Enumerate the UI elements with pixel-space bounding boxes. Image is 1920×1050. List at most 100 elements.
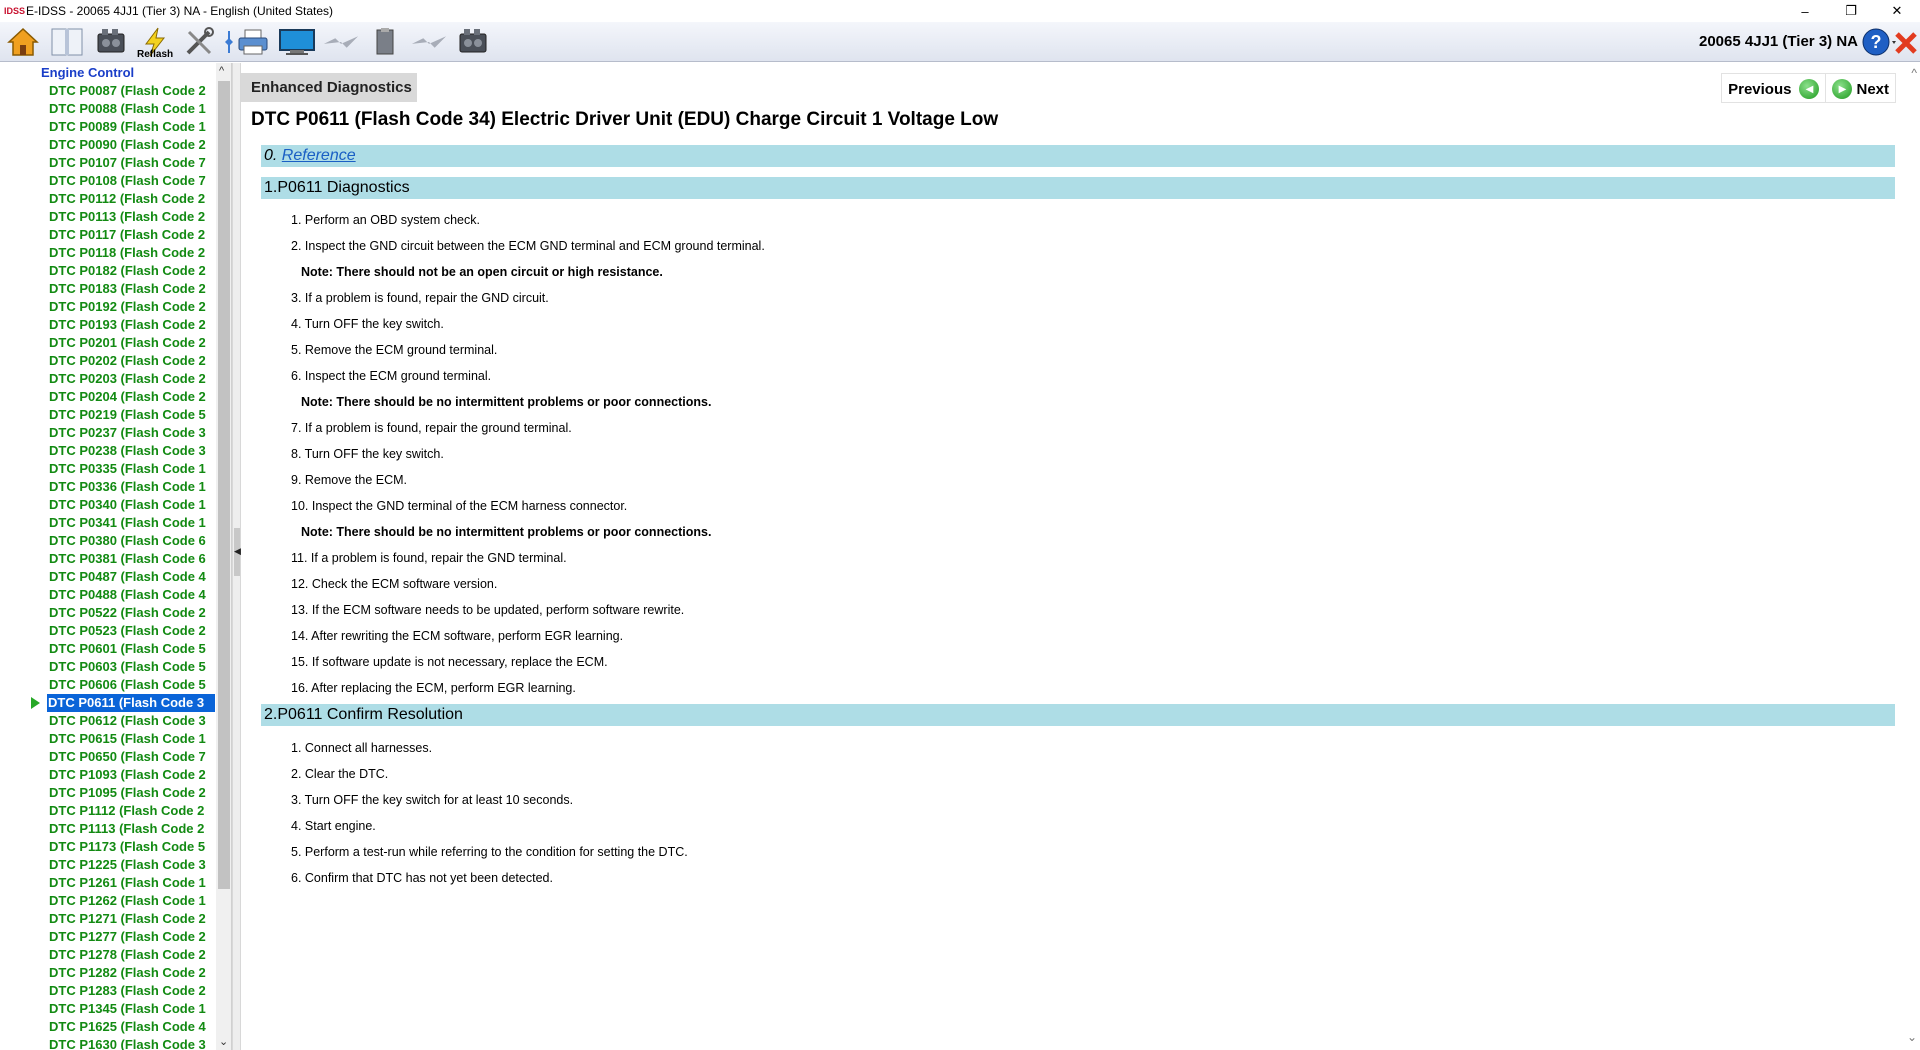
sidebar-dtc-item[interactable]: DTC P0192 (Flash Code 2	[0, 298, 216, 316]
sidebar-dtc-item[interactable]: DTC P1278 (Flash Code 2	[0, 946, 216, 964]
engine-data-button[interactable]	[454, 24, 492, 60]
sidebar-dtc-item[interactable]: DTC P0601 (Flash Code 5	[0, 640, 216, 658]
step-item: 5. Remove the ECM ground terminal.	[291, 343, 498, 357]
sidebar-dtc-item[interactable]: DTC P0237 (Flash Code 3	[0, 424, 216, 442]
sidebar-dtc-item[interactable]: DTC P0087 (Flash Code 2	[0, 82, 216, 100]
sidebar-dtc-label: DTC P1093 (Flash Code 2	[49, 767, 206, 782]
sidebar-dtc-item[interactable]: DTC P0088 (Flash Code 1	[0, 100, 216, 118]
content-scroll-up-icon[interactable]: ^	[1911, 66, 1917, 80]
sidebar-dtc-item[interactable]: DTC P0381 (Flash Code 6	[0, 550, 216, 568]
sidebar-dtc-item[interactable]: DTC P0615 (Flash Code 1	[0, 730, 216, 748]
next-arrow-icon: ▶	[1832, 79, 1853, 99]
sidebar-dtc-item[interactable]: DTC P0523 (Flash Code 2	[0, 622, 216, 640]
step-item: 1. Perform an OBD system check.	[291, 213, 480, 227]
section-diagnostics: 1.P0611 Diagnostics	[261, 177, 1895, 199]
home-button[interactable]	[4, 24, 42, 60]
sidebar-dtc-item[interactable]: DTC P0606 (Flash Code 5	[0, 676, 216, 694]
engine-diagnostics-button[interactable]	[92, 24, 130, 60]
sidebar-dtc-item[interactable]: DTC P0603 (Flash Code 5	[0, 658, 216, 676]
sidebar-dtc-item[interactable]: DTC P1112 (Flash Code 2	[0, 802, 216, 820]
sidebar-dtc-item[interactable]: DTC P0107 (Flash Code 7	[0, 154, 216, 172]
sidebar-dtc-item[interactable]: DTC P1345 (Flash Code 1	[0, 1000, 216, 1018]
sidebar-dtc-label: DTC P1225 (Flash Code 3	[49, 857, 206, 872]
sidebar-dtc-item[interactable]: DTC P0340 (Flash Code 1	[0, 496, 216, 514]
sidebar-dtc-item[interactable]: DTC P1282 (Flash Code 2	[0, 964, 216, 982]
sidebar-dtc-item[interactable]: DTC P1093 (Flash Code 2	[0, 766, 216, 784]
collapse-arrow-icon[interactable]: ◀	[234, 546, 241, 557]
restore-button[interactable]: ❐	[1828, 0, 1874, 22]
sidebar-dtc-item[interactable]: DTC P1261 (Flash Code 1	[0, 874, 216, 892]
help-button[interactable]: ?	[1862, 26, 1896, 58]
sidebar-dtc-item[interactable]: DTC P0108 (Flash Code 7	[0, 172, 216, 190]
content-scrollbar[interactable]	[1904, 63, 1920, 1050]
sidebar-dtc-item[interactable]: DTC P0204 (Flash Code 2	[0, 388, 216, 406]
step-item: 11. If a problem is found, repair the GN…	[291, 551, 567, 565]
close-window-button[interactable]: ✕	[1874, 0, 1920, 22]
sidebar-dtc-item[interactable]: DTC P0117 (Flash Code 2	[0, 226, 216, 244]
sidebar-dtc-item[interactable]: DTC P1630 (Flash Code 3	[0, 1036, 216, 1050]
sidebar-dtc-item[interactable]: DTC P1262 (Flash Code 1	[0, 892, 216, 910]
disabled-tool-button-3[interactable]	[410, 24, 448, 60]
sidebar-dtc-item[interactable]: DTC P1277 (Flash Code 2	[0, 928, 216, 946]
sidebar-dtc-item[interactable]: DTC P1113 (Flash Code 2	[0, 820, 216, 838]
sidebar-dtc-item[interactable]: DTC P0112 (Flash Code 2	[0, 190, 216, 208]
sidebar-dtc-item[interactable]: DTC P0611 (Flash Code 3	[0, 694, 216, 712]
scroll-up-icon[interactable]: ^	[219, 65, 224, 77]
sidebar-dtc-item[interactable]: DTC P1095 (Flash Code 2	[0, 784, 216, 802]
lightning-disabled-icon	[411, 35, 447, 48]
reflash-button[interactable]: Reflash	[136, 24, 174, 60]
previous-button[interactable]: Previous ◀	[1722, 74, 1825, 104]
sidebar-dtc-item[interactable]: DTC P0193 (Flash Code 2	[0, 316, 216, 334]
sidebar-scroll-thumb[interactable]	[218, 81, 230, 889]
reference-link[interactable]: Reference	[282, 147, 356, 164]
service-manual-button[interactable]	[48, 24, 86, 60]
sidebar-dtc-item[interactable]: DTC P0612 (Flash Code 3	[0, 712, 216, 730]
step-item: 3. Turn OFF the key switch for at least …	[291, 793, 574, 807]
scroll-down-icon[interactable]: ⌄	[219, 1035, 228, 1048]
sidebar-dtc-item[interactable]: DTC P0380 (Flash Code 6	[0, 532, 216, 550]
step-item: 10. Inspect the GND terminal of the ECM …	[291, 499, 628, 513]
sidebar-dtc-item[interactable]: DTC P0219 (Flash Code 5	[0, 406, 216, 424]
tools-button[interactable]	[180, 24, 218, 60]
sidebar-dtc-item[interactable]: DTC P0487 (Flash Code 4	[0, 568, 216, 586]
sidebar-dtc-item[interactable]: DTC P0201 (Flash Code 2	[0, 334, 216, 352]
sidebar-dtc-item[interactable]: DTC P0650 (Flash Code 7	[0, 748, 216, 766]
content-scroll-down-icon[interactable]: ⌄	[1907, 1030, 1917, 1044]
sidebar-dtc-item[interactable]: DTC P0118 (Flash Code 2	[0, 244, 216, 262]
sidebar-dtc-item[interactable]: DTC P1625 (Flash Code 4	[0, 1018, 216, 1036]
sidebar-dtc-item[interactable]: DTC P0090 (Flash Code 2	[0, 136, 216, 154]
sidebar-dtc-label: DTC P1345 (Flash Code 1	[49, 1001, 206, 1016]
next-button[interactable]: ▶ Next	[1826, 74, 1895, 104]
printer-icon	[238, 29, 268, 54]
sidebar-dtc-item[interactable]: DTC P1173 (Flash Code 5	[0, 838, 216, 856]
pane-splitter[interactable]: ◀	[232, 63, 241, 1050]
sidebar-dtc-item[interactable]: DTC P0182 (Flash Code 2	[0, 262, 216, 280]
tab-enhanced-diagnostics[interactable]: Enhanced Diagnostics	[241, 73, 417, 102]
step-item: 16. After replacing the ECM, perform EGR…	[291, 681, 576, 695]
sidebar-dtc-item[interactable]: DTC P0203 (Flash Code 2	[0, 370, 216, 388]
minimize-button[interactable]: –	[1782, 0, 1828, 22]
disabled-tool-button-1[interactable]	[322, 24, 360, 60]
print-button[interactable]	[234, 24, 272, 60]
exit-application-button[interactable]	[1894, 28, 1918, 56]
sidebar-dtc-item[interactable]: DTC P0183 (Flash Code 2	[0, 280, 216, 298]
step-item: 14. After rewriting the ECM software, pe…	[291, 629, 624, 643]
sidebar-dtc-item[interactable]: DTC P0335 (Flash Code 1	[0, 460, 216, 478]
page-title: DTC P0611 (Flash Code 34) Electric Drive…	[251, 109, 999, 130]
monitor-button[interactable]	[278, 24, 316, 60]
sidebar-dtc-item[interactable]: DTC P0113 (Flash Code 2	[0, 208, 216, 226]
sidebar-dtc-label: DTC P0204 (Flash Code 2	[49, 389, 206, 404]
sidebar-dtc-label: DTC P1283 (Flash Code 2	[49, 983, 206, 998]
disabled-tool-button-2[interactable]	[366, 24, 404, 60]
sidebar-dtc-item[interactable]: DTC P0336 (Flash Code 1	[0, 478, 216, 496]
sidebar-dtc-label: DTC P0088 (Flash Code 1	[49, 101, 206, 116]
sidebar-dtc-item[interactable]: DTC P0341 (Flash Code 1	[0, 514, 216, 532]
sidebar-dtc-item[interactable]: DTC P1271 (Flash Code 2	[0, 910, 216, 928]
sidebar-dtc-item[interactable]: DTC P1283 (Flash Code 2	[0, 982, 216, 1000]
sidebar-dtc-item[interactable]: DTC P0488 (Flash Code 4	[0, 586, 216, 604]
sidebar-dtc-item[interactable]: DTC P0522 (Flash Code 2	[0, 604, 216, 622]
sidebar-dtc-item[interactable]: DTC P0238 (Flash Code 3	[0, 442, 216, 460]
sidebar-dtc-item[interactable]: DTC P1225 (Flash Code 3	[0, 856, 216, 874]
sidebar-dtc-item[interactable]: DTC P0089 (Flash Code 1	[0, 118, 216, 136]
sidebar-dtc-item[interactable]: DTC P0202 (Flash Code 2	[0, 352, 216, 370]
